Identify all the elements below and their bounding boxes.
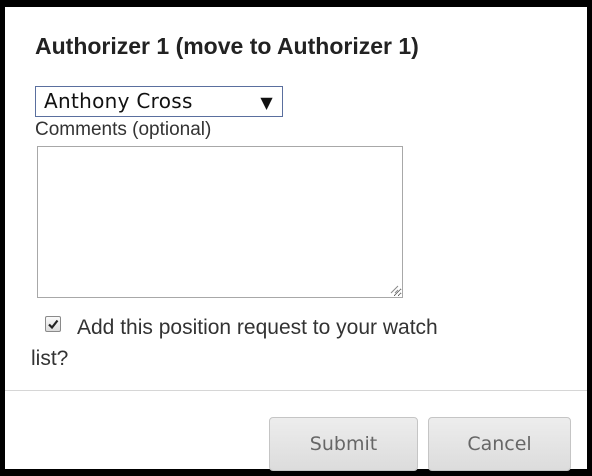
footer-divider <box>5 390 587 391</box>
watch-list-option: Add this position request to your watch … <box>31 313 559 370</box>
cancel-button[interactable]: Cancel <box>428 417 571 471</box>
comments-label: Comments (optional) <box>35 119 212 140</box>
authorizer-select-value: Anthony Cross <box>44 89 193 113</box>
authorizer-select[interactable]: Anthony Cross ▼ <box>35 86 283 117</box>
dialog-title: Authorizer 1 (move to Authorizer 1) <box>35 33 419 59</box>
authorizer-dialog: Authorizer 1 (move to Authorizer 1) Anth… <box>5 7 587 471</box>
resize-grip-icon[interactable] <box>389 284 399 294</box>
comments-textarea[interactable] <box>37 146 403 298</box>
dropdown-arrow-icon: ▼ <box>260 93 273 112</box>
checkmark-icon <box>48 319 59 330</box>
watch-list-checkbox[interactable] <box>45 316 61 332</box>
watch-list-label-line1: Add this position request to your watch <box>77 316 438 339</box>
submit-button[interactable]: Submit <box>269 417 418 471</box>
watch-list-label-line2: list? <box>31 347 69 370</box>
